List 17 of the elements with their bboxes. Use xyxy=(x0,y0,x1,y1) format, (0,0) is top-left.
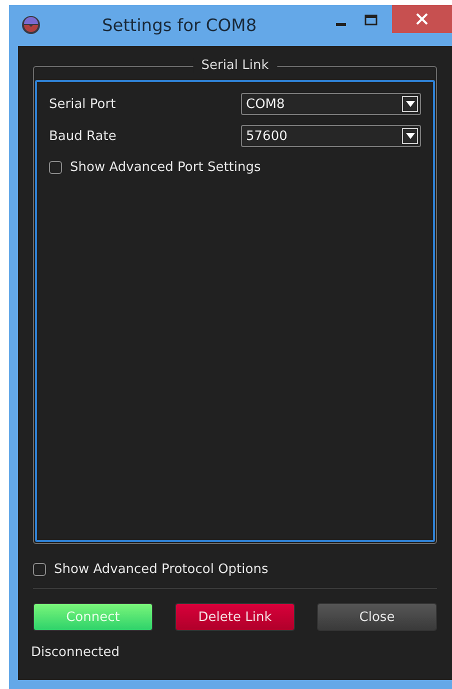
window-title: Settings for COM8 xyxy=(102,16,258,36)
delete-button[interactable]: Delete Link xyxy=(175,603,295,631)
close-button[interactable]: Close xyxy=(317,603,437,631)
dropdown[interactable]: COM8 xyxy=(241,93,421,115)
close-button[interactable] xyxy=(392,5,452,33)
dropdown-arrow-icon xyxy=(406,101,414,107)
field-label: Baud Rate xyxy=(49,128,118,144)
checkbox-label: Show Advanced Port Settings xyxy=(70,160,261,174)
dropdown[interactable]: 57600 xyxy=(241,125,421,147)
checkbox[interactable] xyxy=(49,160,62,174)
status-text: Disconnected xyxy=(31,645,120,660)
checkbox[interactable] xyxy=(33,562,46,576)
close-icon xyxy=(416,13,428,25)
field-label: Serial Port xyxy=(49,96,117,112)
checkbox-label: Show Advanced Protocol Options xyxy=(54,562,268,576)
gauge-icon xyxy=(21,15,41,35)
dropdown-arrow-icon xyxy=(406,133,414,139)
